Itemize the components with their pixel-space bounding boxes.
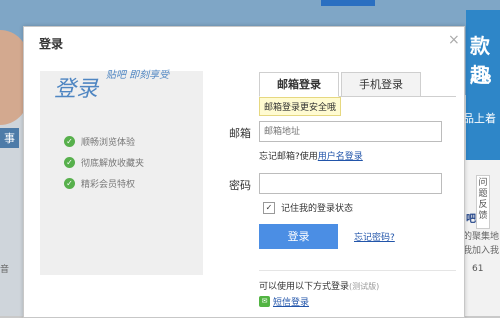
feature-label: 彻底解放收藏夹 <box>81 159 145 169</box>
forgot-password-link[interactable]: 忘记密码? <box>354 230 395 243</box>
sidebar-right-text: 的聚集地 我加入我 <box>463 230 499 258</box>
tab-phone-login[interactable]: 手机登录 <box>341 72 421 97</box>
promo-title: 登录 <box>54 77 99 102</box>
username-login-link[interactable]: 用户名登录 <box>318 152 363 162</box>
top-button-edge <box>321 0 375 6</box>
sidebar-right-line1: 的聚集地 <box>463 232 500 242</box>
banner-right-subtitle: 品上着 <box>463 112 496 125</box>
password-field[interactable] <box>259 173 442 194</box>
password-label: 密码 <box>229 179 251 192</box>
forgot-email-hint: 忘记邮箱?使用用户名登录 <box>259 149 363 162</box>
banner-right-numbers: 48 <box>470 72 497 86</box>
feature-list: ✓ 顺畅浏览体验 ✓ 彻底解放收藏夹 ✓ 精彩会员特权 <box>64 131 144 194</box>
promo-subtitle: 贴吧 即刻享受 <box>106 70 170 81</box>
promo-logo: 登录 贴吧 即刻享受 <box>54 70 169 103</box>
sms-login-option[interactable]: ✉ 短信登录 <box>259 295 309 308</box>
security-tip: 邮箱登录更安全哦 <box>259 97 342 116</box>
email-label: 邮箱 <box>229 127 251 140</box>
feedback-tab[interactable]: 问题反馈 <box>476 175 490 229</box>
check-icon: ✓ <box>64 157 75 168</box>
background-left-text: 音 <box>0 265 10 275</box>
close-icon[interactable]: × <box>448 33 460 47</box>
feature-item: ✓ 精彩会员特权 <box>64 173 144 194</box>
feature-item: ✓ 彻底解放收藏夹 <box>64 152 144 173</box>
tab-email-login[interactable]: 邮箱登录 <box>259 72 339 97</box>
sidebar-right-title: 吧 <box>466 214 476 225</box>
sidebar-right-line2: 我加入我 <box>463 246 500 256</box>
login-button[interactable]: 登录 <box>259 224 338 249</box>
login-dialog: 登录 × 登录 贴吧 即刻享受 ✓ 顺畅浏览体验 ✓ 彻底解放收藏夹 ✓ 精彩会员特权… <box>23 26 490 318</box>
email-field[interactable] <box>259 121 442 142</box>
remember-me[interactable]: ✓ 记住我的登录状态 <box>263 201 353 214</box>
forgot-email-text: 忘记邮箱?使用 <box>259 152 318 162</box>
check-icon: ✓ <box>64 178 75 189</box>
section-divider <box>259 270 456 271</box>
alt-login-hint: 可以使用以下方式登录(测试版) <box>259 279 379 292</box>
remember-label: 记住我的登录状态 <box>281 204 354 214</box>
feature-item: ✓ 顺畅浏览体验 <box>64 131 144 152</box>
sidebar-right-count: 61 <box>472 264 484 274</box>
alt-login-note: (测试版) <box>349 282 380 291</box>
feature-label: 精彩会员特权 <box>81 180 136 190</box>
sms-icon: ✉ <box>259 296 270 307</box>
dialog-title: 登录 <box>39 37 64 51</box>
login-tabs: 邮箱登录 手机登录 <box>259 72 421 97</box>
banner-left-label: 事 <box>0 128 19 148</box>
feature-label: 顺畅浏览体验 <box>81 138 136 148</box>
remember-checkbox[interactable]: ✓ <box>263 201 275 214</box>
sms-login-link[interactable]: 短信登录 <box>273 295 309 308</box>
alt-login-text: 可以使用以下方式登录 <box>259 282 350 292</box>
check-icon: ✓ <box>64 136 75 147</box>
